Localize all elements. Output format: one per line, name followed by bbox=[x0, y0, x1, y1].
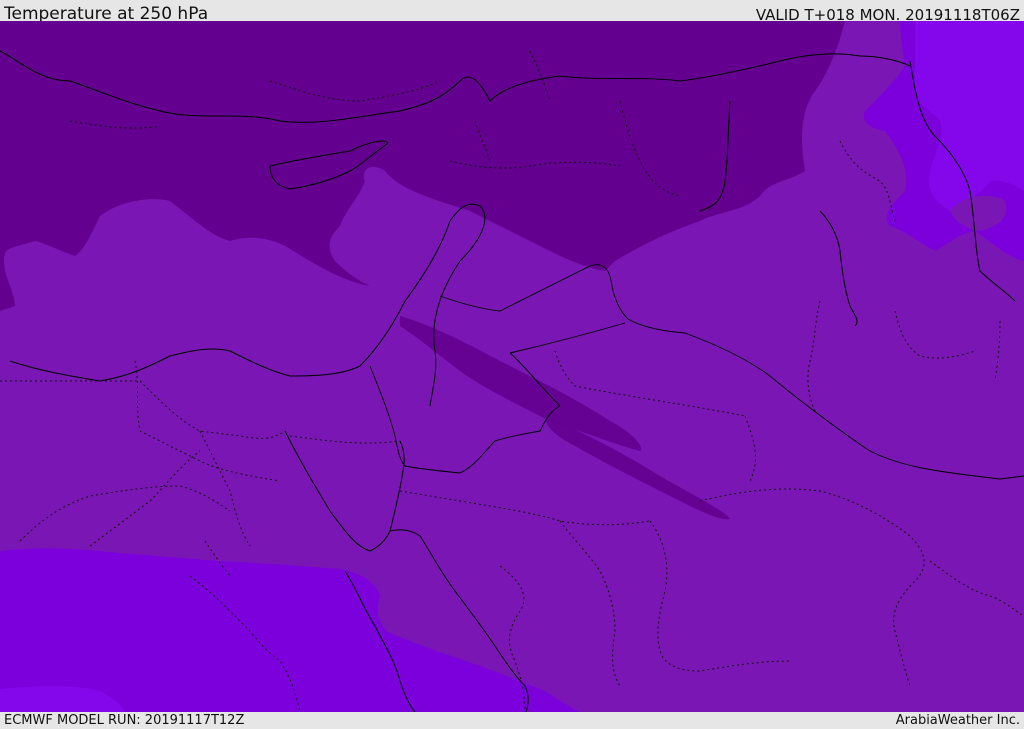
weather-map[interactable] bbox=[0, 21, 1024, 712]
footer-bar: ECMWF MODEL RUN: 20191117T12Z ArabiaWeat… bbox=[0, 712, 1024, 729]
map-canvas bbox=[0, 21, 1024, 712]
model-run-label: ECMWF MODEL RUN: 20191117T12Z bbox=[4, 713, 245, 728]
header-bar: Temperature at 250 hPa VALID T+018 MON. … bbox=[0, 0, 1024, 24]
credit-label: ArabiaWeather Inc. bbox=[895, 713, 1020, 728]
